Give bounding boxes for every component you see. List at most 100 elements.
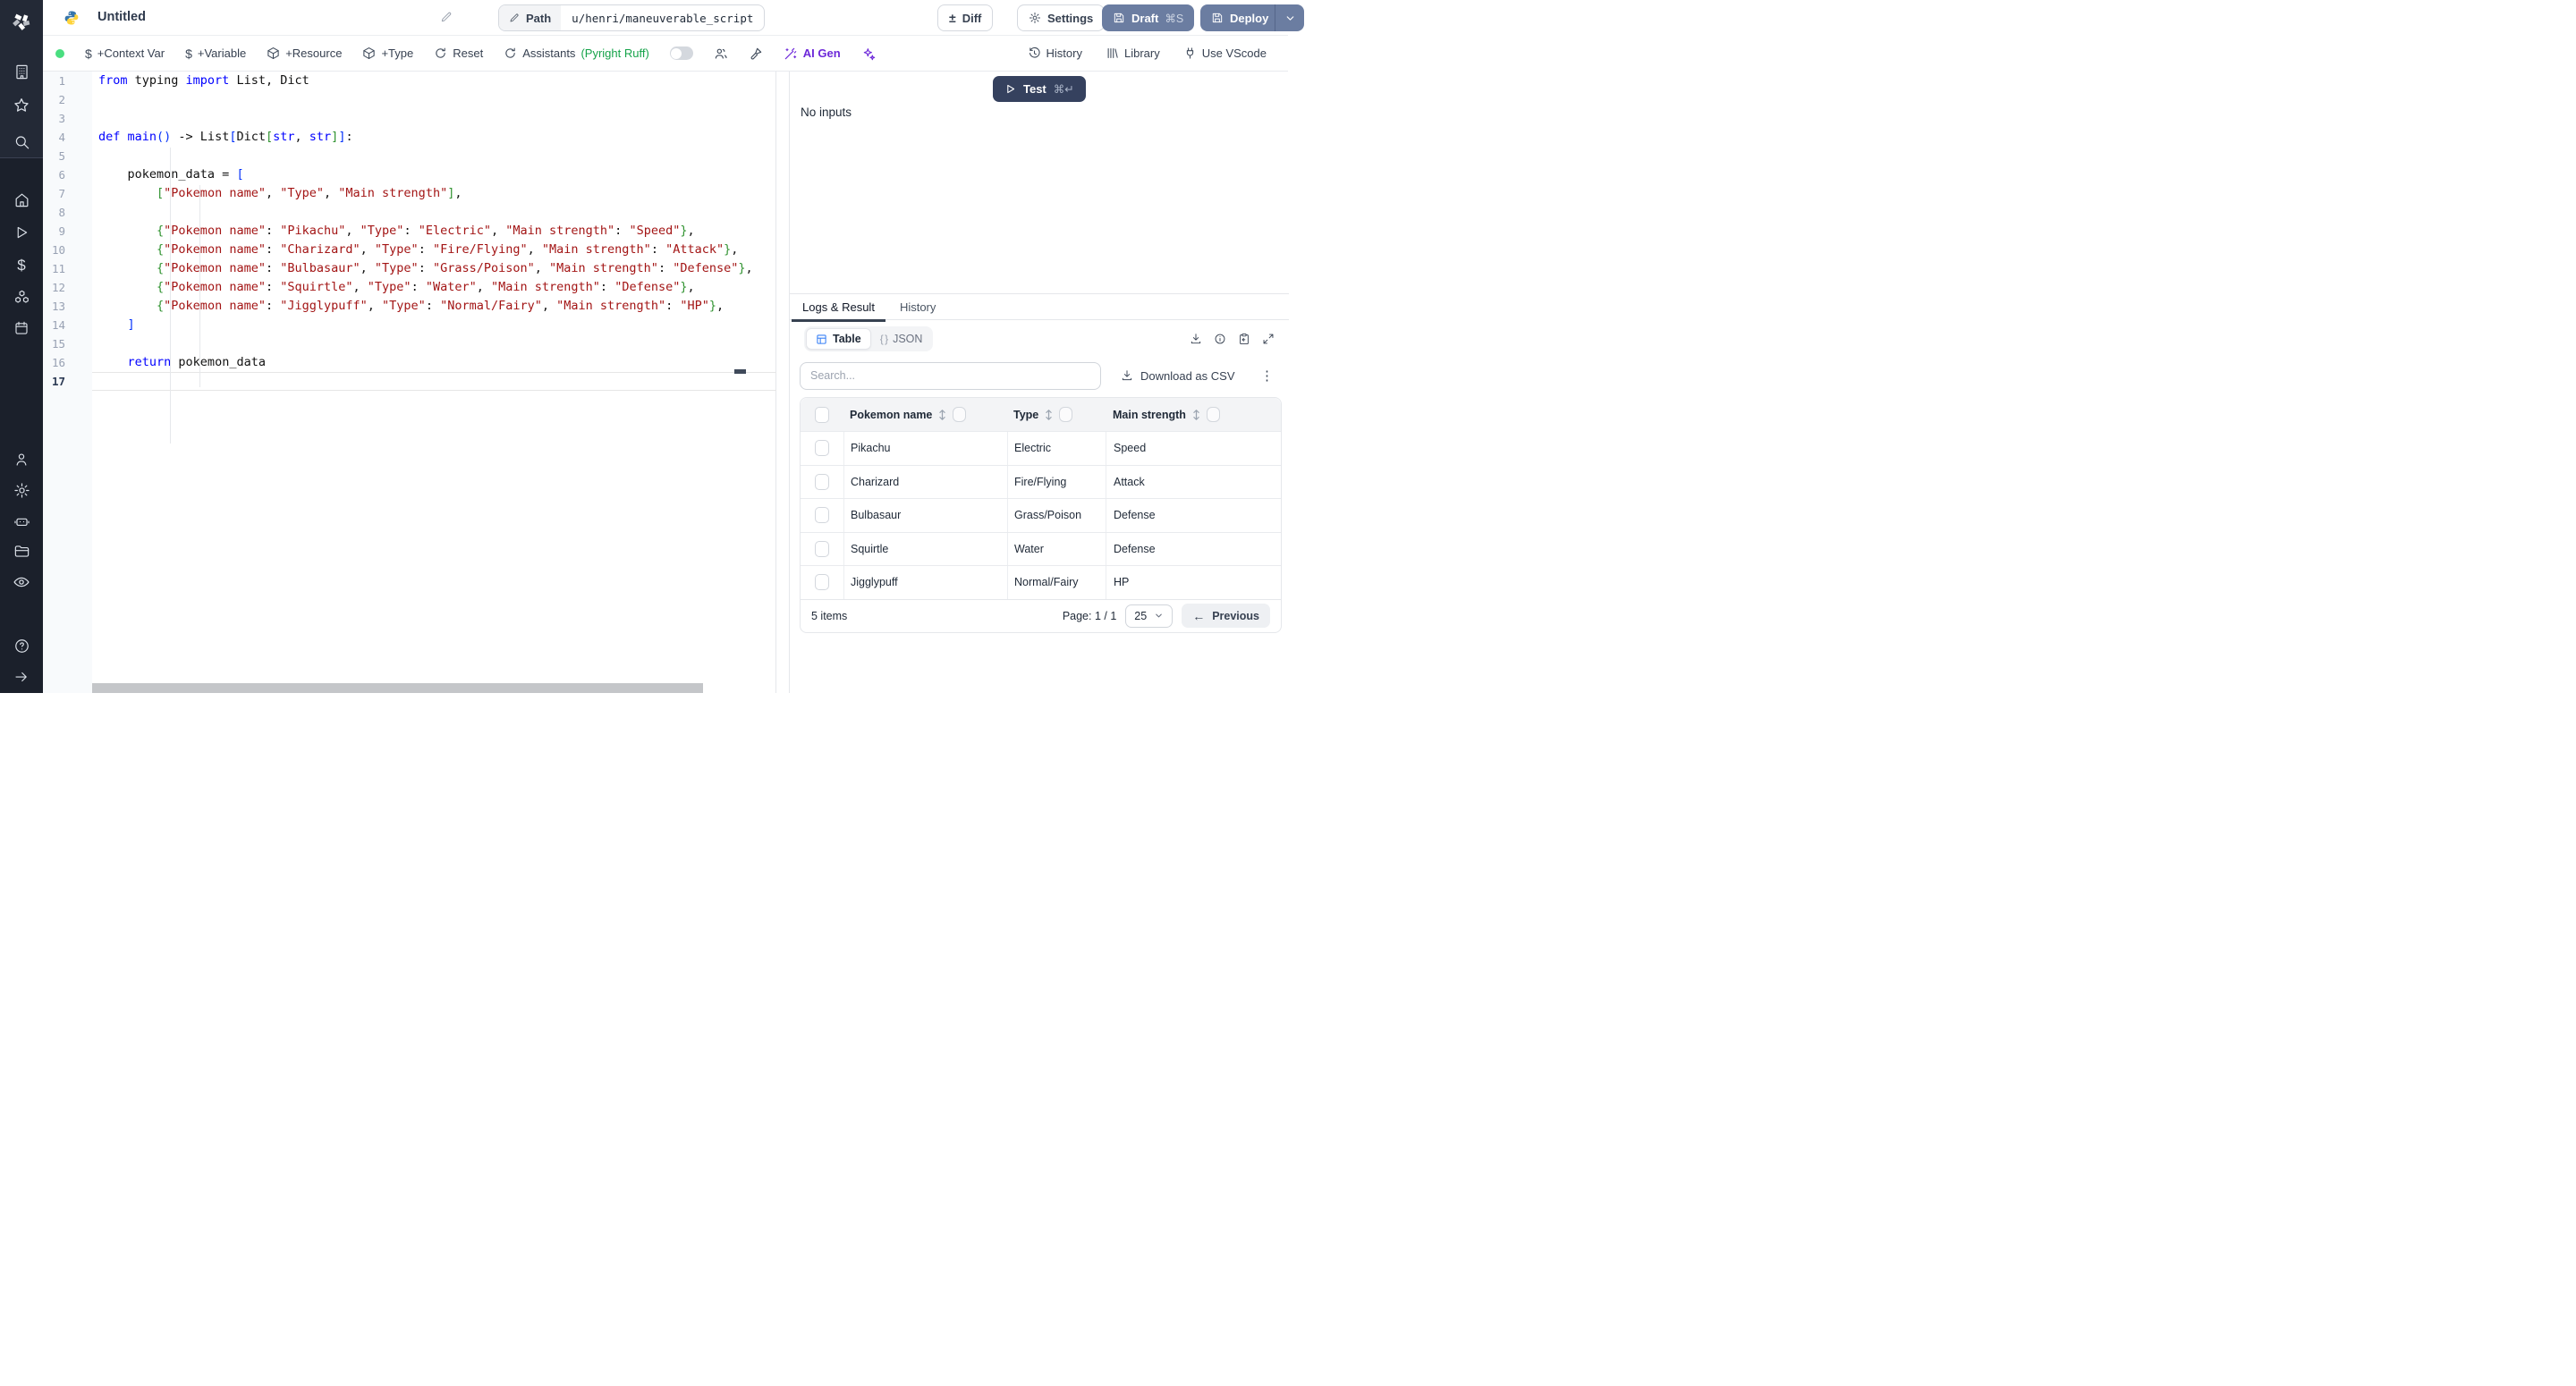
view-table-button[interactable]: Table	[806, 328, 871, 350]
column-header-label: Type	[1013, 409, 1038, 421]
expand-icon[interactable]	[1262, 333, 1275, 345]
code-line[interactable]: from typing import List, Dict	[92, 72, 776, 90]
sidebar-item-settings[interactable]	[0, 475, 43, 505]
table-row[interactable]: SquirtleWaterDefense	[801, 532, 1281, 566]
windmill-logo[interactable]	[0, 4, 43, 39]
column-toggle[interactable]	[1059, 407, 1072, 422]
sidebar-item-workspace[interactable]	[0, 56, 43, 87]
tab-history[interactable]: History	[887, 293, 948, 320]
sidebar-collapse-button[interactable]	[0, 662, 43, 692]
user-group-icon[interactable]	[714, 46, 728, 61]
code-line[interactable]	[92, 90, 776, 109]
code-line[interactable]: return pokemon_data	[92, 353, 776, 372]
panel-splitter-handle[interactable]	[734, 369, 746, 374]
code-line[interactable]: def main() -> List[Dict[str, str]]:	[92, 128, 776, 147]
table-row[interactable]: JigglypuffNormal/FairyHP	[801, 565, 1281, 599]
row-checkbox[interactable]	[815, 507, 829, 523]
play-icon	[1004, 83, 1016, 95]
table-row[interactable]: PikachuElectricSpeed	[801, 431, 1281, 465]
code-line[interactable]	[92, 109, 776, 128]
help-icon	[13, 638, 30, 655]
code-line-active[interactable]	[92, 372, 776, 391]
sidebar-item-search[interactable]	[0, 127, 43, 157]
library-button[interactable]: Library	[1106, 46, 1160, 60]
sidebar-item-audit[interactable]	[0, 567, 43, 597]
add-resource-button[interactable]: +Resource	[267, 46, 342, 60]
code-line[interactable]: {"Pokemon name": "Charizard", "Type": "F…	[92, 241, 776, 259]
multiplayer-toggle[interactable]	[670, 46, 693, 60]
ai-gen-button[interactable]: AI Gen	[784, 46, 841, 61]
select-all-checkbox[interactable]	[815, 407, 829, 423]
deploy-dropdown-button[interactable]	[1275, 4, 1304, 31]
diff-button[interactable]: ± Diff	[937, 4, 993, 31]
line-number: 4	[43, 128, 92, 147]
table-body: PikachuElectricSpeedCharizardFire/Flying…	[801, 431, 1281, 599]
code-editor[interactable]: 1234567891011121314151617 from typing im…	[43, 72, 776, 693]
reset-button[interactable]: Reset	[434, 46, 483, 60]
info-icon[interactable]	[1214, 333, 1226, 345]
sidebar-item-workers[interactable]	[0, 506, 43, 537]
column-toggle[interactable]	[1207, 407, 1220, 422]
code-line[interactable]	[92, 147, 776, 165]
draft-button[interactable]: Draft ⌘S	[1102, 4, 1194, 31]
app-sidebar: $	[0, 0, 43, 693]
add-context-var-button[interactable]: $ +Context Var	[85, 46, 165, 61]
row-checkbox[interactable]	[815, 440, 829, 456]
view-json-button[interactable]: { } JSON	[871, 329, 932, 349]
sidebar-item-home[interactable]	[0, 184, 43, 215]
sidebar-item-folders[interactable]	[0, 536, 43, 566]
download-icon[interactable]	[1190, 333, 1202, 345]
sort-icon[interactable]	[938, 409, 946, 421]
code-line[interactable]	[92, 203, 776, 222]
history-button[interactable]: History	[1028, 46, 1082, 60]
sidebar-item-users[interactable]	[0, 444, 43, 475]
line-number: 14	[43, 316, 92, 334]
sort-icon[interactable]	[1045, 409, 1053, 421]
sidebar-item-schedules[interactable]	[0, 313, 43, 343]
code-line[interactable]: ]	[92, 316, 776, 334]
add-type-button[interactable]: +Type	[362, 46, 413, 60]
table-row[interactable]: BulbasaurGrass/PoisonDefense	[801, 498, 1281, 532]
sparkles-icon[interactable]	[861, 46, 876, 61]
editor-horizontal-scrollbar[interactable]	[92, 683, 703, 693]
settings-button[interactable]: Settings	[1017, 4, 1105, 31]
row-checkbox[interactable]	[815, 574, 829, 590]
sidebar-item-favorites[interactable]	[0, 90, 43, 121]
sidebar-item-help[interactable]	[0, 630, 43, 661]
use-vscode-button[interactable]: Use VScode	[1183, 46, 1267, 60]
sort-icon[interactable]	[1192, 409, 1200, 421]
path-editor[interactable]: Path u/henri/maneuverable_script	[498, 4, 765, 31]
top-header-bar: Untitled Path u/henri/maneuverable_scrip…	[43, 0, 1288, 36]
building-icon	[13, 63, 30, 80]
pencil-icon[interactable]	[440, 11, 453, 23]
code-line[interactable]	[92, 334, 776, 353]
search-input[interactable]	[800, 362, 1101, 390]
result-toolbar: Table { } JSON	[790, 320, 1289, 358]
download-csv-button[interactable]: Download as CSV	[1121, 369, 1235, 383]
sidebar-item-resources[interactable]	[0, 282, 43, 312]
sidebar-item-runs[interactable]	[0, 217, 43, 248]
format-brush-button[interactable]	[749, 46, 763, 61]
deploy-button[interactable]: Deploy	[1200, 4, 1304, 31]
column-toggle[interactable]	[953, 407, 966, 422]
code-line[interactable]: ["Pokemon name", "Type", "Main strength"…	[92, 184, 776, 203]
row-checkbox[interactable]	[815, 474, 829, 490]
row-checkbox[interactable]	[815, 541, 829, 557]
editor-code[interactable]: from typing import List, Dict def main() …	[92, 72, 776, 693]
code-line[interactable]: {"Pokemon name": "Bulbasaur", "Type": "G…	[92, 259, 776, 278]
page-size-select[interactable]: 25	[1125, 604, 1173, 628]
table-row[interactable]: CharizardFire/FlyingAttack	[801, 465, 1281, 499]
test-button[interactable]: Test ⌘↵	[993, 76, 1086, 102]
add-variable-button[interactable]: $ +Variable	[185, 46, 246, 61]
previous-page-button[interactable]: ← Previous	[1182, 604, 1270, 628]
kebab-menu-button[interactable]: ⋮	[1255, 368, 1279, 384]
code-line[interactable]: {"Pokemon name": "Squirtle", "Type": "Wa…	[92, 278, 776, 297]
tab-logs-result[interactable]: Logs & Result	[790, 293, 887, 320]
code-line[interactable]: {"Pokemon name": "Pikachu", "Type": "Ele…	[92, 222, 776, 241]
clipboard-icon[interactable]	[1238, 333, 1250, 345]
code-line[interactable]: {"Pokemon name": "Jigglypuff", "Type": "…	[92, 297, 776, 316]
windmill-logo-blades	[13, 14, 30, 30]
assistants-toggle[interactable]: Assistants (Pyright Ruff)	[504, 46, 649, 60]
sidebar-item-variables[interactable]: $	[0, 249, 43, 280]
code-line[interactable]: pokemon_data = [	[92, 165, 776, 184]
